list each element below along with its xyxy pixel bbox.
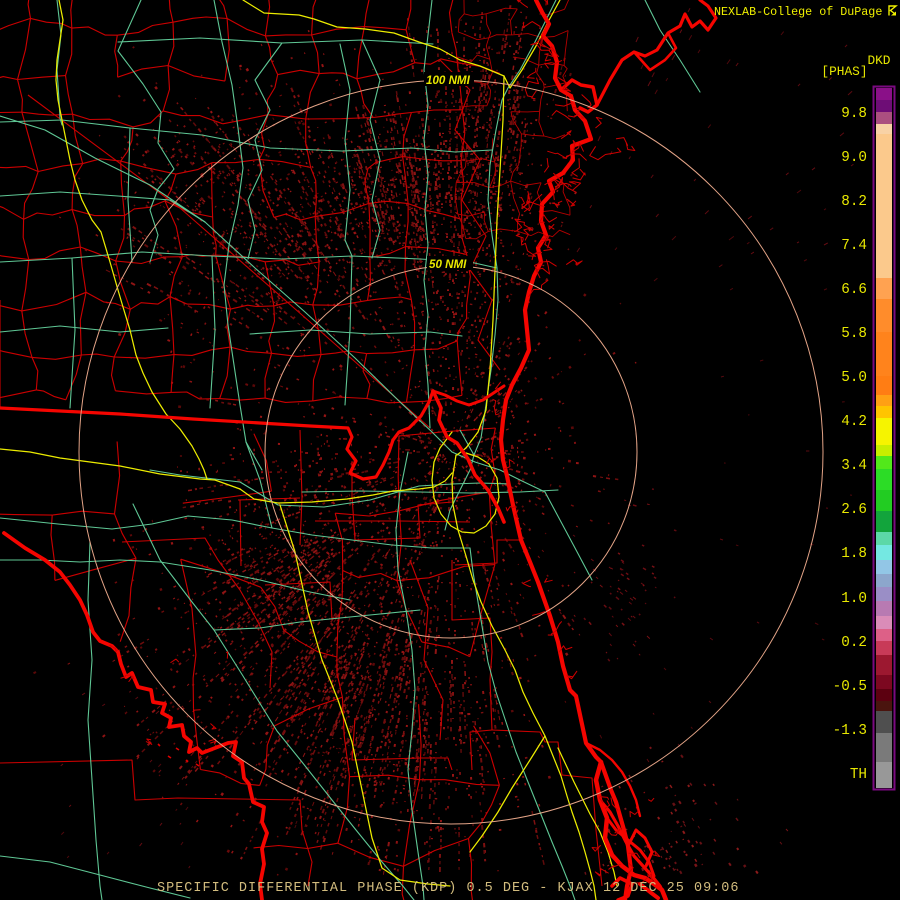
- svg-text:TH: TH: [850, 767, 867, 783]
- svg-text:3.4: 3.4: [841, 458, 867, 474]
- svg-text:1.0: 1.0: [841, 591, 867, 607]
- svg-text:5.8: 5.8: [841, 326, 867, 342]
- svg-text:NEXLAB-College of DuPage: NEXLAB-College of DuPage: [714, 5, 882, 19]
- svg-text:7.4: 7.4: [841, 238, 867, 254]
- svg-text:1.8: 1.8: [841, 546, 867, 562]
- svg-text:DKD: DKD: [867, 53, 890, 68]
- svg-text:-1.3: -1.3: [833, 723, 867, 739]
- svg-text:SPECIFIC DIFFERENTIAL PHASE (K: SPECIFIC DIFFERENTIAL PHASE (KDP) 0.5 DE…: [157, 881, 739, 896]
- svg-text:9.8: 9.8: [841, 106, 867, 122]
- svg-text:6.6: 6.6: [841, 282, 867, 298]
- svg-text:8.2: 8.2: [841, 194, 867, 210]
- svg-text:2.6: 2.6: [841, 502, 867, 518]
- svg-text:50 NMI: 50 NMI: [429, 258, 467, 271]
- svg-text:-0.5: -0.5: [833, 679, 867, 695]
- svg-text:100 NMI: 100 NMI: [426, 74, 471, 87]
- svg-text:9.0: 9.0: [841, 150, 867, 166]
- svg-text:5.0: 5.0: [841, 370, 867, 386]
- svg-text:0.2: 0.2: [841, 635, 867, 651]
- svg-text:[PHAS]: [PHAS]: [821, 64, 867, 79]
- svg-text:4.2: 4.2: [841, 414, 867, 430]
